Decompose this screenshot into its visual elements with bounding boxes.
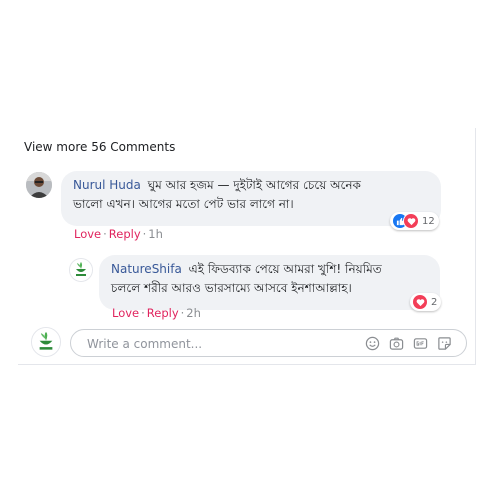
reply-actions: Love · Reply · 2h bbox=[112, 306, 201, 320]
camera-icon[interactable] bbox=[389, 336, 404, 351]
love-action[interactable]: Love bbox=[74, 227, 101, 241]
comment-composer[interactable] bbox=[70, 329, 467, 357]
love-action[interactable]: Love bbox=[112, 306, 139, 320]
reply-action[interactable]: Reply bbox=[147, 306, 179, 320]
view-more-comments-link[interactable]: View more 56 Comments bbox=[24, 140, 175, 154]
comment-actions: Love · Reply · 1h bbox=[74, 227, 163, 241]
avatar-nurul-huda[interactable] bbox=[26, 172, 52, 198]
reply-line-1: NatureShifa এই ফিডব্যাক পেয়ে আমরা খুশি!… bbox=[111, 260, 428, 279]
sticker-icon[interactable] bbox=[437, 336, 452, 351]
natureshifa-logo-icon bbox=[70, 259, 92, 281]
love-icon bbox=[403, 213, 419, 229]
composer-avatar bbox=[31, 327, 61, 357]
comment-text-line-2: ভালো এখন। আগের মতো পেট ভার লাগে না। bbox=[73, 197, 294, 211]
reply-author[interactable]: NatureShifa bbox=[111, 262, 182, 276]
reaction-count: 12 bbox=[422, 215, 435, 227]
reply-text: এই ফিডব্যাক পেয়ে আমরা খুশি! নিয়মিত bbox=[188, 262, 382, 276]
user-photo-icon bbox=[26, 172, 52, 198]
comment-text: ঘুম আর হজম — দুইটাই আগের চেয়ে অনেক bbox=[147, 178, 361, 192]
comment-author[interactable]: Nurul Huda bbox=[73, 178, 141, 192]
comment-line-1: Nurul Huda ঘুম আর হজম — দুইটাই আগের চেয়… bbox=[73, 176, 429, 195]
reaction-summary[interactable]: 12 bbox=[390, 212, 439, 230]
reply-reaction-summary[interactable]: 2 bbox=[410, 293, 442, 311]
avatar-natureshifa[interactable] bbox=[69, 258, 93, 282]
natureshifa-logo-icon bbox=[32, 328, 60, 356]
reaction-count: 2 bbox=[431, 296, 438, 308]
reply-timestamp[interactable]: 2h bbox=[186, 306, 201, 320]
comment-bubble: Nurul Huda ঘুম আর হজম — দুইটাই আগের চেয়… bbox=[61, 171, 441, 226]
emoji-icon[interactable] bbox=[365, 336, 380, 351]
love-icon bbox=[412, 294, 428, 310]
comment-timestamp[interactable]: 1h bbox=[148, 227, 163, 241]
reply-text-line-2: চললে শরীর আরও ভারসাম্যে আসবে ইনশাআল্লাহ। bbox=[111, 281, 352, 295]
reply-action[interactable]: Reply bbox=[109, 227, 141, 241]
gif-icon[interactable] bbox=[413, 336, 428, 351]
reply-bubble: NatureShifa এই ফিডব্যাক পেয়ে আমরা খুশি!… bbox=[99, 255, 440, 310]
comment-input[interactable] bbox=[85, 335, 339, 353]
